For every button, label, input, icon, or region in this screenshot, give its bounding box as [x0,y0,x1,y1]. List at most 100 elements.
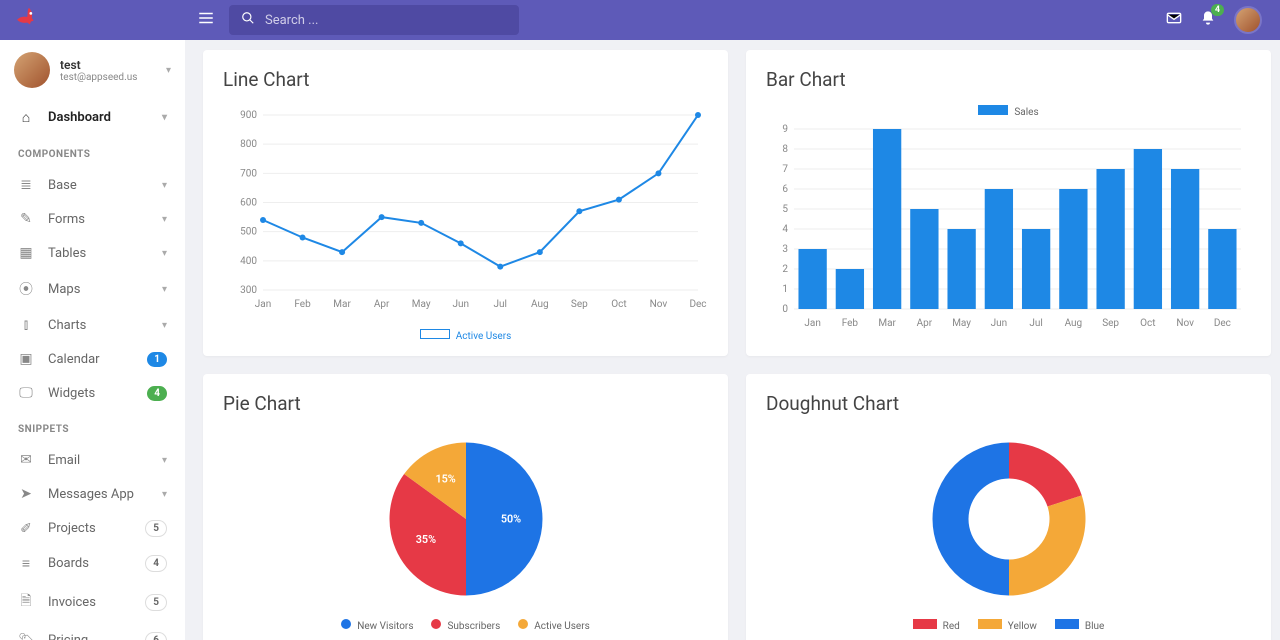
svg-text:300: 300 [240,285,257,296]
sidebar-item-label: Projects [48,521,131,536]
sidebar-item-label: Tables [48,246,148,261]
topbar: 4 [0,0,1280,40]
sidebar-item-base[interactable]: ≣ Base ▾ [0,168,185,202]
svg-text:Sep: Sep [1102,318,1119,329]
rocket-icon[interactable] [18,6,40,34]
svg-text:Dec: Dec [1214,318,1231,329]
svg-text:May: May [952,318,971,329]
chevron-down-icon: ▾ [166,65,171,76]
send-icon: ➤ [18,486,34,502]
bell-icon[interactable]: 4 [1200,10,1216,30]
logo-area [18,6,183,34]
search-icon [241,11,255,29]
sidebar-item-tables[interactable]: ▦ Tables ▾ [0,236,185,270]
doughnut-chart [766,429,1251,609]
sidebar-item-calendar[interactable]: ▣ Calendar 1 [0,342,185,376]
sidebar-item-projects[interactable]: ✐ Projects 5 [0,511,185,546]
badge: 5 [145,520,167,537]
section-snippets: SNIPPETS [0,410,185,443]
sidebar-item-label: Calendar [48,352,133,367]
svg-text:Jun: Jun [452,299,469,310]
home-icon: ⌂ [18,109,34,126]
sidebar-item-label: Invoices [48,595,131,610]
svg-text:Jun: Jun [991,318,1008,329]
svg-text:Apr: Apr [374,299,390,310]
chevron-down-icon: ▾ [162,112,167,123]
bar-chart-card: Bar Chart Sales 0123456789JanFebMarAprMa… [746,50,1271,356]
chart-icon: ⫾ [18,317,34,333]
user-block[interactable]: test test@appseed.us ▾ [0,40,185,100]
svg-text:May: May [412,299,431,310]
doughnut-legend: Red Yellow Blue [766,619,1251,632]
pie-chart: 50%35%15% [223,429,708,609]
chevron-down-icon: ▾ [162,284,167,295]
sidebar-item-label: Charts [48,318,148,333]
svg-text:500: 500 [240,227,257,238]
svg-text:6: 6 [782,184,788,195]
svg-text:Nov: Nov [1176,318,1194,329]
monitor-icon: 🖵 [18,385,34,401]
sidebar-item-widgets[interactable]: 🖵 Widgets 4 [0,376,185,410]
user-email: test@appseed.us [60,72,156,83]
sidebar-item-label: Widgets [48,386,133,401]
topbar-right: 4 [1166,6,1262,34]
svg-text:7: 7 [782,164,788,175]
legend-label: Blue [1085,621,1104,632]
mail-icon[interactable] [1166,10,1182,30]
avatar[interactable] [1234,6,1262,34]
line-legend: Active Users [223,329,708,342]
svg-text:9: 9 [782,124,788,135]
sidebar-item-maps[interactable]: ⦿ Maps ▾ [0,270,185,308]
sidebar-item-label: Forms [48,212,148,227]
mail-icon: ✉ [18,452,34,468]
legend-label: New Visitors [357,621,413,632]
chevron-down-icon: ▾ [162,248,167,259]
svg-text:Nov: Nov [650,299,668,310]
tag-icon: 🏷 [18,633,34,640]
legend-label: Active Users [534,621,590,632]
sidebar-item-boards[interactable]: ≡ Boards 4 [0,546,185,581]
svg-text:400: 400 [240,256,257,267]
search-input[interactable] [265,13,507,28]
legend-label: Active Users [456,331,512,342]
chevron-down-icon: ▾ [162,455,167,466]
calendar-icon: ▣ [18,351,34,367]
sidebar-item-pricing[interactable]: 🏷 Pricing 6 [0,623,185,640]
badge: 6 [145,632,167,640]
pie-chart-card: Pie Chart 50%35%15% New Visitors Subscri… [203,374,728,640]
chevron-down-icon: ▾ [162,320,167,331]
sidebar-item-label: Pricing [48,633,131,640]
sidebar-item-forms[interactable]: ✎ Forms ▾ [0,202,185,236]
svg-text:4: 4 [782,224,788,235]
svg-text:1: 1 [782,284,788,295]
card-title: Pie Chart [223,392,708,415]
user-text: test test@appseed.us [60,58,156,83]
user-name: test [60,58,156,72]
bar-legend: Sales [766,105,1251,118]
legend-label: Red [943,621,960,632]
search-box[interactable] [229,5,519,35]
sidebar-item-email[interactable]: ✉ Email ▾ [0,443,185,477]
sidebar-item-messages[interactable]: ➤ Messages App ▾ [0,477,185,511]
svg-text:Dec: Dec [689,299,706,310]
sidebar-item-label: Email [48,453,148,468]
line-chart: 300400500600700800900JanFebMarAprMayJunJ… [223,105,708,342]
sidebar-item-dashboard[interactable]: ⌂ Dashboard ▾ [0,100,185,135]
section-components: COMPONENTS [0,135,185,168]
svg-text:15%: 15% [435,473,455,486]
layers-icon: ≣ [18,177,34,193]
hamburger-icon[interactable] [197,9,215,32]
svg-text:Aug: Aug [531,299,549,310]
svg-text:Jan: Jan [255,299,271,310]
sidebar-item-charts[interactable]: ⫾ Charts ▾ [0,308,185,342]
card-title: Bar Chart [766,68,1251,91]
svg-text:Mar: Mar [333,299,351,310]
avatar-sidebar [14,52,50,88]
badge: 5 [145,594,167,611]
svg-text:0: 0 [782,304,788,315]
pie-legend: New Visitors Subscribers Active Users [223,619,708,632]
svg-text:Oct: Oct [1140,318,1155,329]
card-title: Doughnut Chart [766,392,1251,415]
sidebar-item-invoices[interactable]: 🗎 Invoices 5 [0,581,185,623]
sidebar-item-label: Messages App [48,487,148,502]
